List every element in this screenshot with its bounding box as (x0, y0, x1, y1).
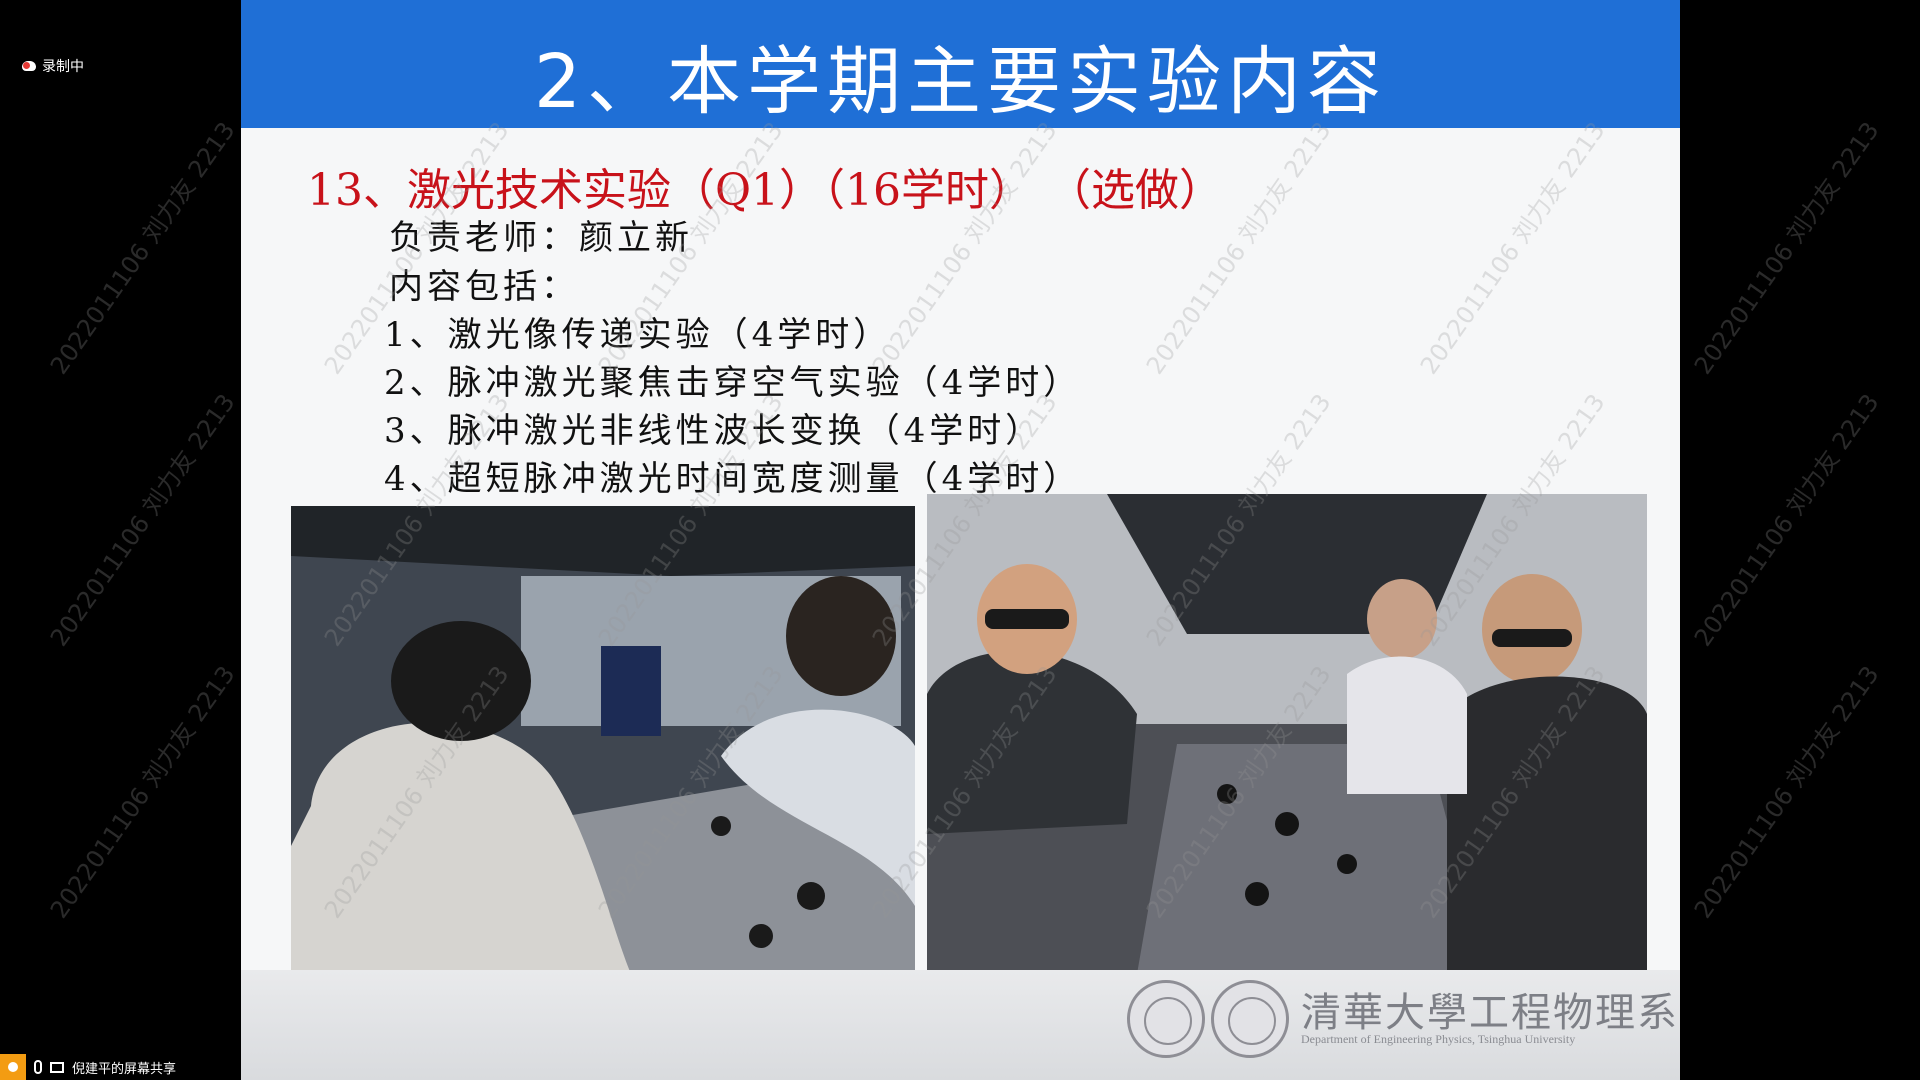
content-item: 2、脉冲激光聚焦击穿空气实验（4学时） (384, 363, 1082, 403)
watermark: 2022011106 刘力友 2213 (44, 116, 241, 380)
teacher-line: 负责老师：颜立新 (389, 218, 693, 258)
watermark: 2022011106 刘力友 2213 (1688, 388, 1885, 652)
department-english: Department of Engineering Physics, Tsing… (1301, 1032, 1576, 1046)
watermark: 2022011106 刘力友 2213 (44, 388, 241, 652)
user-icon[interactable] (0, 1054, 26, 1080)
university-seal-icon (1127, 980, 1205, 1058)
screen-share-label: 倪建平的屏幕共享 (72, 1061, 177, 1077)
lab-photo-right-art (927, 494, 1647, 974)
slide-header: 2、本学期主要实验内容 (241, 0, 1680, 128)
screen-share-bar: 倪建平的屏幕共享 (0, 1054, 241, 1080)
lab-photo-right (927, 494, 1647, 974)
recording-indicator: 录制中 (22, 56, 84, 76)
presentation-slide: 2、本学期主要实验内容 13、激光技术实验（Q1）（16学时） （选做） 负责老… (241, 0, 1680, 1080)
recording-label: 录制中 (42, 59, 84, 75)
lab-photo-left-art (291, 506, 915, 974)
department-seal-icon (1211, 980, 1289, 1058)
experiment-heading: 13、激光技术实验（Q1）（16学时） （选做） (307, 165, 1224, 216)
recording-icon (22, 61, 36, 71)
lab-photo-left (291, 506, 915, 974)
screen-share-icon[interactable] (50, 1061, 64, 1073)
content-label: 内容包括： (389, 267, 579, 307)
slide-title: 2、本学期主要实验内容 (533, 39, 1388, 125)
content-item: 1、激光像传递实验（4学时） (384, 315, 892, 355)
content-item: 3、脉冲激光非线性波长变换（4学时） (384, 411, 1044, 451)
content-item: 4、超短脉冲激光时间宽度测量（4学时） (384, 459, 1082, 499)
microphone-icon[interactable] (34, 1060, 42, 1074)
watermark: 2022011106 刘力友 2213 (1688, 116, 1885, 380)
university-name: 清華大學工程物理系 (1301, 990, 1679, 1036)
watermark: 2022011106 刘力友 2213 (1688, 660, 1885, 924)
watermark: 2022011106 刘力友 2213 (44, 660, 241, 924)
